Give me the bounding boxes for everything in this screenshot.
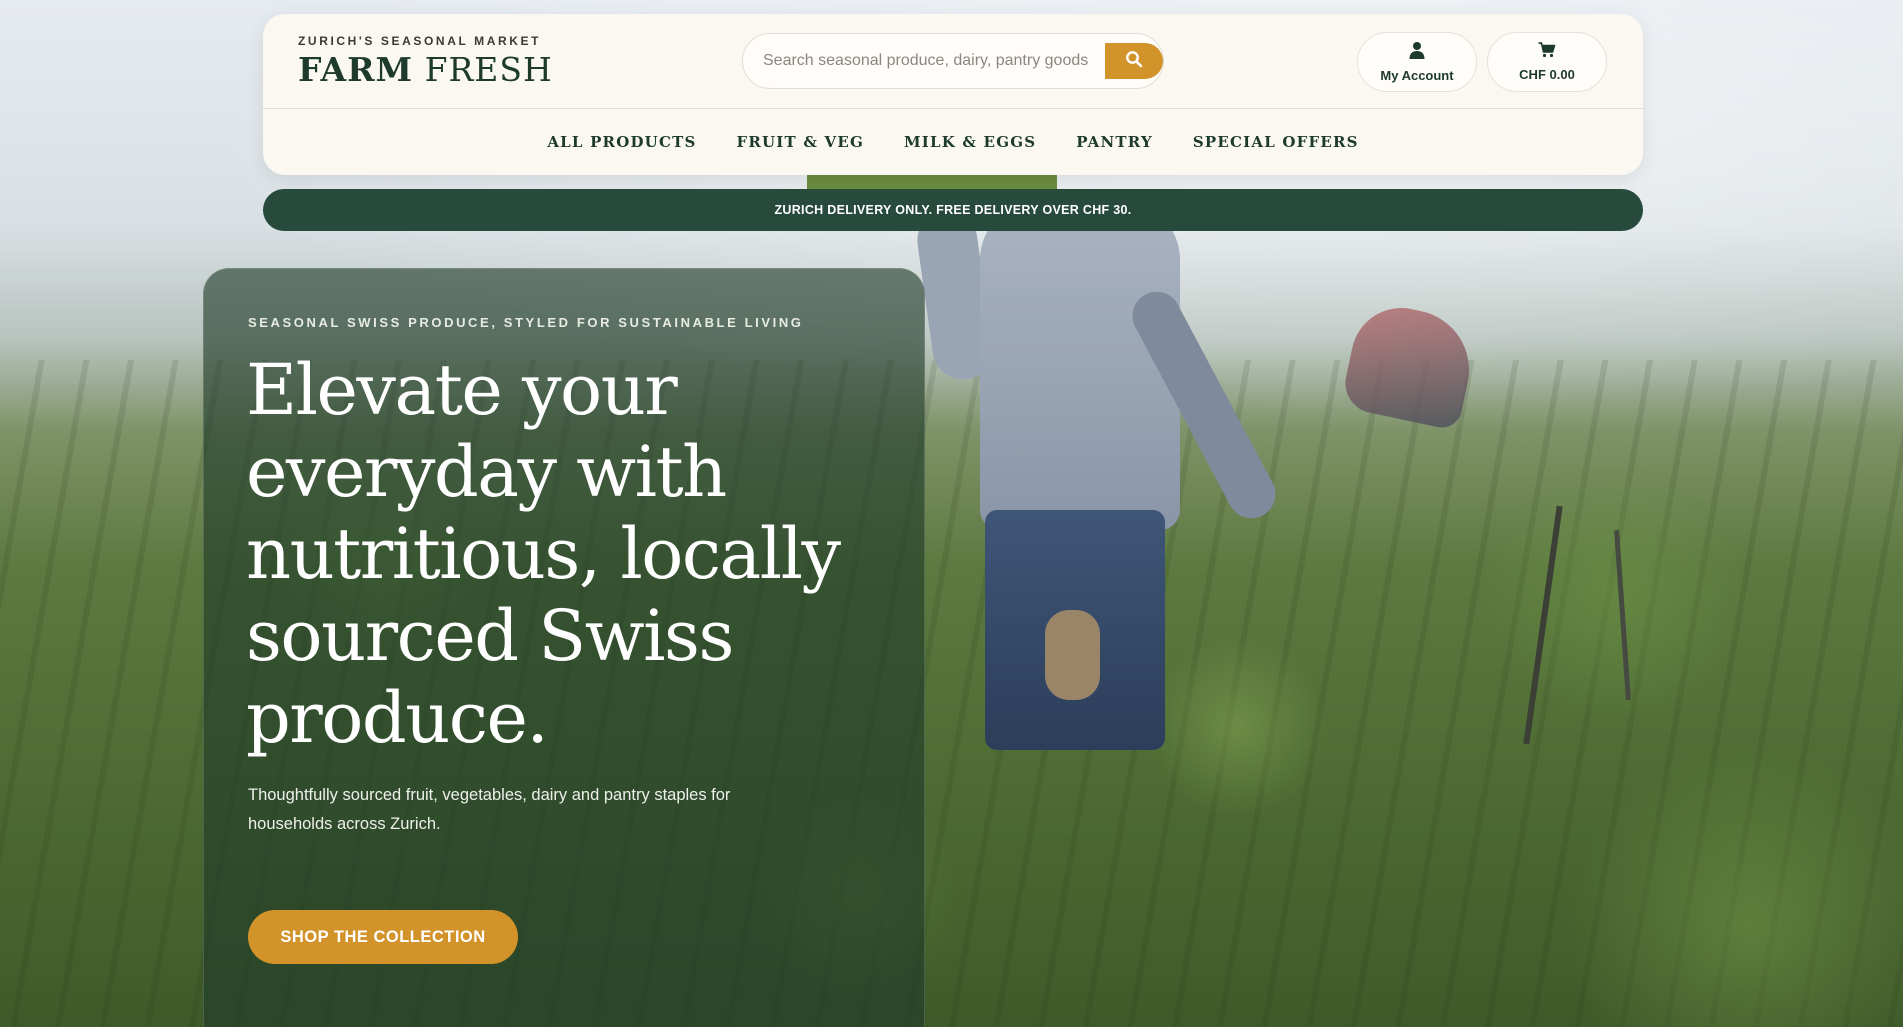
main-nav: ALL PRODUCTS FRUIT & VEG MILK & EGGS PAN…	[263, 109, 1643, 175]
nav-item-all-products[interactable]: ALL PRODUCTS	[547, 133, 696, 151]
site-header: ZURICH'S SEASONAL MARKET FARM FRESH My A…	[263, 14, 1643, 175]
user-icon	[1408, 41, 1426, 64]
my-account-label: My Account	[1380, 68, 1454, 83]
hero-description: Thoughtfully sourced fruit, vegetables, …	[248, 786, 731, 833]
brand-logo-light: FRESH	[424, 50, 553, 89]
delivery-banner: ZURICH DELIVERY ONLY. FREE DELIVERY OVER…	[263, 189, 1643, 231]
hero-card: SEASONAL SWISS PRODUCE, STYLED FOR SUSTA…	[203, 268, 925, 1027]
nav-item-milk-eggs[interactable]: MILK & EGGS	[904, 133, 1036, 151]
search-bar	[742, 33, 1164, 89]
cart-total: CHF 0.00	[1519, 67, 1575, 82]
nav-item-special-offers[interactable]: SPECIAL OFFERS	[1193, 133, 1359, 151]
nav-item-pantry[interactable]: PANTRY	[1076, 133, 1153, 151]
person-figure	[980, 200, 1180, 530]
nav-item-fruit-veg[interactable]: FRUIT & VEG	[737, 133, 864, 151]
shop-collection-button[interactable]: SHOP THE COLLECTION	[248, 910, 518, 964]
my-account-button[interactable]: My Account	[1357, 32, 1477, 92]
hero-eyebrow: SEASONAL SWISS PRODUCE, STYLED FOR SUSTA…	[248, 315, 804, 330]
hero-headline: Elevate your everyday with nutritious, l…	[246, 349, 841, 759]
cart-button[interactable]: CHF 0.00	[1487, 32, 1607, 92]
search-button[interactable]	[1105, 43, 1163, 79]
cart-icon	[1538, 42, 1556, 63]
brand-logo[interactable]: FARM FRESH	[298, 50, 553, 89]
search-icon	[1125, 50, 1143, 73]
person-shoe	[1045, 610, 1100, 700]
search-input[interactable]	[761, 48, 1095, 74]
brand-logo-bold: FARM	[298, 50, 414, 89]
brand-tagline: ZURICH'S SEASONAL MARKET	[298, 34, 542, 48]
